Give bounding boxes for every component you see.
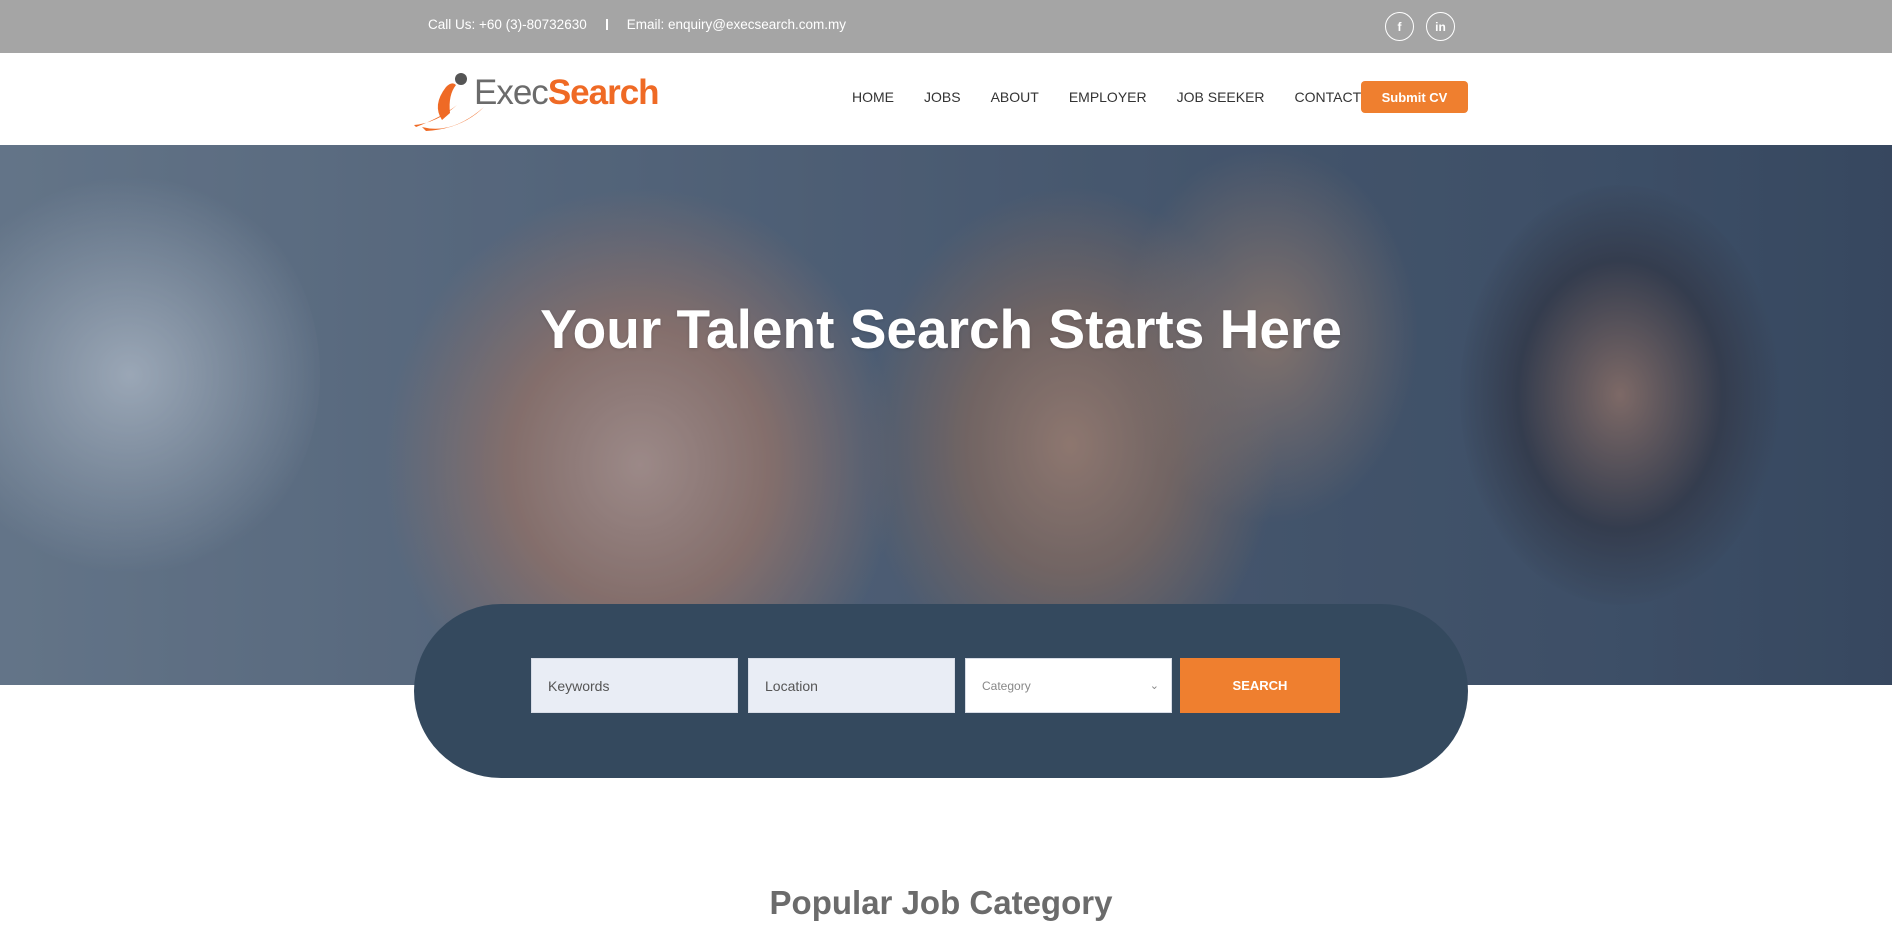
logo[interactable]: ExecSearch	[412, 65, 662, 135]
logo-text-search: Search	[547, 73, 660, 112]
divider	[605, 19, 608, 30]
nav-home[interactable]: HOME	[852, 89, 894, 105]
nav-about[interactable]: ABOUT	[991, 89, 1039, 105]
nav-employer[interactable]: EMPLOYER	[1069, 89, 1147, 105]
job-search-panel: Keywords Location Category ⌄ SEARCH	[414, 604, 1468, 778]
main-nav: HOME JOBS ABOUT EMPLOYER JOB SEEKER CONT…	[852, 89, 1391, 105]
logo-text-exec: Exec	[474, 73, 549, 112]
email-text[interactable]: Email: enquiry@execsearch.com.my	[627, 17, 846, 32]
category-select[interactable]: Category ⌄	[965, 658, 1172, 713]
facebook-icon[interactable]: f	[1385, 12, 1414, 41]
location-input[interactable]: Location	[748, 658, 955, 713]
linkedin-icon[interactable]: in	[1426, 12, 1455, 41]
phone-text: Call Us: +60 (3)-80732630	[428, 17, 587, 32]
category-select-label: Category	[982, 678, 1031, 693]
nav-job-seeker[interactable]: JOB SEEKER	[1177, 89, 1265, 105]
section-title: Popular Job Category	[769, 884, 1113, 921]
site-header: ExecSearch HOME JOBS ABOUT EMPLOYER JOB …	[0, 53, 1892, 145]
search-button[interactable]: SEARCH	[1180, 658, 1340, 713]
contact-info: Call Us: +60 (3)-80732630 Email: enquiry…	[428, 17, 846, 32]
top-bar: Call Us: +60 (3)-80732630 Email: enquiry…	[0, 0, 1892, 53]
nav-jobs[interactable]: JOBS	[924, 89, 961, 105]
hero-title: Your Talent Search Starts Here	[540, 298, 1342, 360]
nav-contact[interactable]: CONTACT	[1295, 89, 1362, 105]
chevron-down-icon: ⌄	[1149, 680, 1159, 692]
keywords-input[interactable]: Keywords	[531, 658, 738, 713]
submit-cv-button[interactable]: Submit CV	[1361, 81, 1468, 113]
logo-text: ExecSearch	[474, 73, 660, 113]
